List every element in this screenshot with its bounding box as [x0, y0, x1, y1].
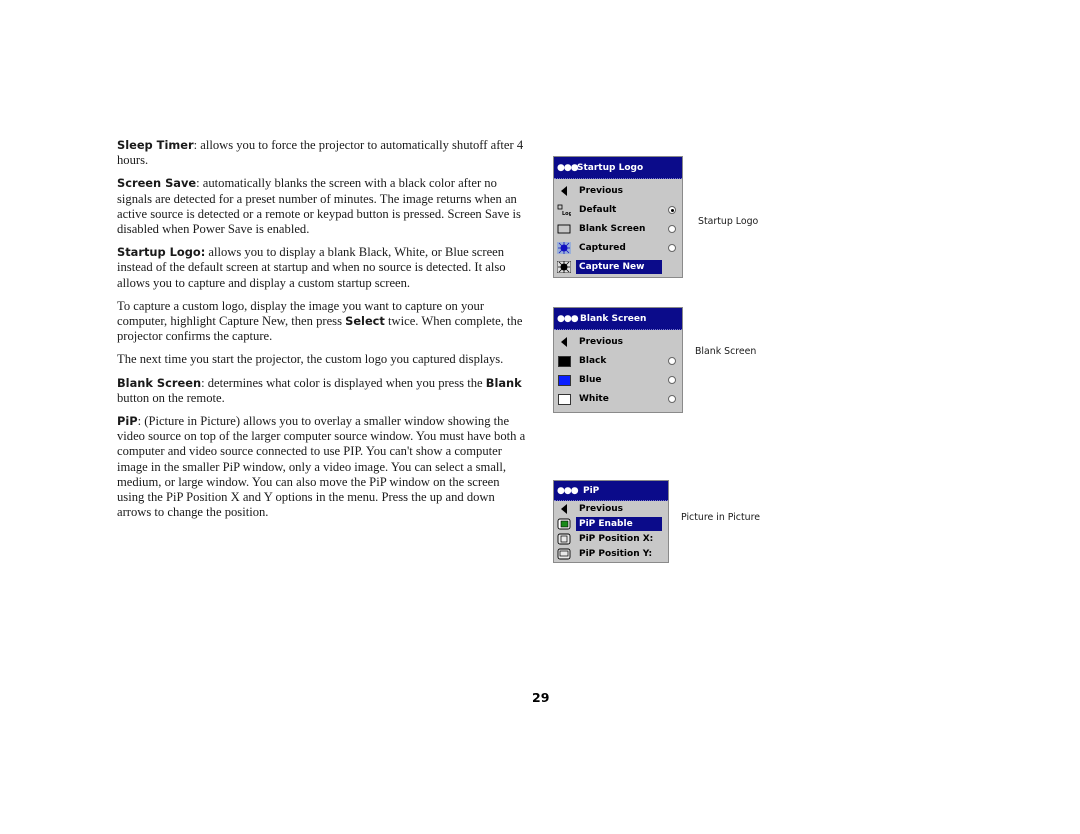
svg-text:Logo: Logo [562, 211, 571, 216]
menu-item-white[interactable]: White [554, 390, 682, 408]
startup-logo-menu: ●●● Startup Logo Previous Logo Default B… [553, 156, 683, 278]
menu-dots-icon: ●●● [557, 485, 579, 496]
menu-item-pip-position-x[interactable]: PiP Position X: [554, 531, 668, 546]
blank-screen-icon [557, 223, 571, 235]
menu-title: PiP [583, 485, 600, 496]
back-arrow-icon [557, 336, 571, 348]
menu-item-previous[interactable]: Previous [554, 333, 682, 351]
back-arrow-icon [557, 185, 571, 197]
back-arrow-icon [557, 503, 571, 515]
radio-blue[interactable] [668, 376, 676, 384]
paragraph-capture-logo: To capture a custom logo, display the im… [117, 298, 523, 344]
menu-item-capture-new[interactable]: Capture New [554, 258, 682, 276]
menu-item-pip-enable[interactable]: PiP Enable [554, 516, 668, 531]
menu-item-blank-screen[interactable]: Blank Screen [554, 220, 682, 238]
radio-captured[interactable] [668, 244, 676, 252]
radio-default[interactable] [668, 206, 676, 214]
menu-title: Blank Screen [580, 313, 647, 324]
menu-item-default[interactable]: Logo Default [554, 201, 682, 219]
menu-item-previous[interactable]: Previous [554, 182, 682, 200]
radio-blank-screen[interactable] [668, 225, 676, 233]
paragraph-next-time: The next time you start the projector, t… [117, 352, 504, 367]
blue-swatch-icon [557, 374, 571, 386]
caption-startup-logo: Startup Logo [698, 216, 759, 227]
caption-picture-in-picture: Picture in Picture [681, 512, 760, 523]
menu-title-bar: ●●● Blank Screen [554, 308, 682, 330]
menu-dots-icon: ●●● [557, 313, 579, 324]
paragraph-pip: PiP: (Picture in Picture) allows you to … [117, 414, 526, 520]
paragraph-startup-logo: Startup Logo: allows you to display a bl… [117, 245, 506, 290]
radio-white[interactable] [668, 395, 676, 403]
blank-screen-menu: ●●● Blank Screen Previous Black Blue Whi… [553, 307, 683, 413]
paragraph-sleep-timer: Sleep Timer: allows you to force the pro… [117, 138, 524, 168]
menu-title: Startup Logo [577, 162, 644, 173]
page-number: 29 [532, 690, 550, 705]
pip-position-y-icon [557, 548, 571, 560]
pip-position-x-icon [557, 533, 571, 545]
menu-dots-icon: ●●● [557, 162, 579, 173]
capture-new-icon [557, 261, 571, 273]
menu-item-captured[interactable]: Captured [554, 239, 682, 257]
paragraph-screen-save: Screen Save: automatically blanks the sc… [117, 176, 521, 237]
menu-title-bar: ●●● Startup Logo [554, 157, 682, 179]
white-swatch-icon [557, 393, 571, 405]
paragraph-blank-screen: Blank Screen: determines what color is d… [117, 375, 522, 405]
pip-enable-icon [557, 518, 571, 530]
menu-item-blue[interactable]: Blue [554, 371, 682, 389]
menu-item-pip-position-y[interactable]: PiP Position Y: [554, 546, 668, 561]
menu-item-black[interactable]: Black [554, 352, 682, 370]
black-swatch-icon [557, 355, 571, 367]
logo-icon: Logo [557, 204, 571, 216]
menu-title-bar: ●●● PiP [554, 481, 668, 501]
body-text: Sleep Timer: allows you to force the pro… [117, 138, 529, 528]
menu-item-previous[interactable]: Previous [554, 501, 668, 516]
pip-menu: ●●● PiP Previous PiP Enable PiP Position… [553, 480, 669, 563]
radio-black[interactable] [668, 357, 676, 365]
caption-blank-screen: Blank Screen [695, 346, 757, 357]
captured-icon [557, 242, 571, 254]
